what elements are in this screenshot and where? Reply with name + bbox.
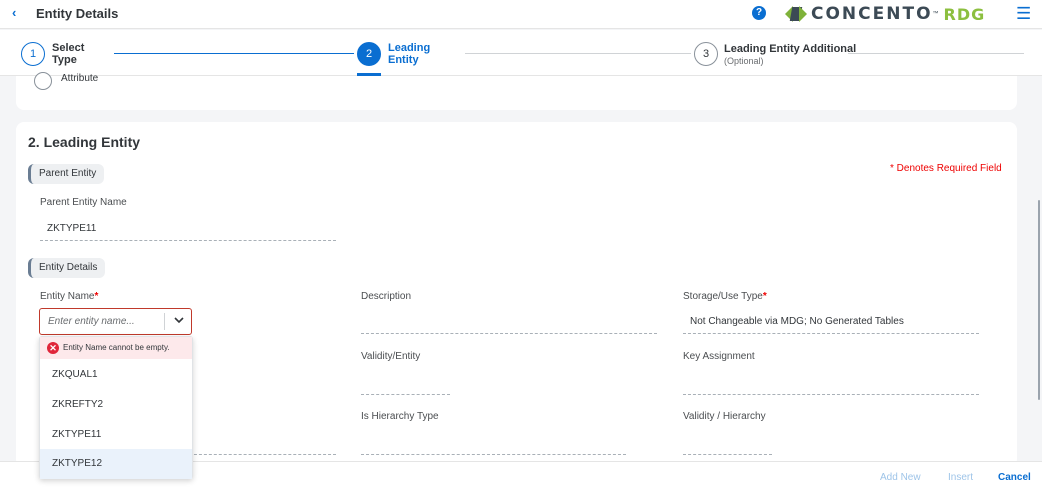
- logo-text: CONCENTO: [811, 4, 933, 24]
- entity-name-label: Entity Name*: [40, 291, 98, 302]
- step-connector: [114, 53, 354, 54]
- entity-name-input[interactable]: [40, 309, 164, 334]
- section-title: 2. Leading Entity: [28, 134, 141, 150]
- dropdown-option[interactable]: ZKQUAL1: [40, 360, 192, 390]
- parent-entity-group-label: Parent Entity: [28, 164, 105, 184]
- wizard-steps: 1 Select Type 2 Leading Entity 3 Leading…: [0, 30, 1042, 76]
- validation-error-message: ✕ Entity Name cannot be empty.: [40, 337, 192, 359]
- required-mark: *: [94, 291, 99, 302]
- storage-use-type-label: Storage/Use Type*: [683, 291, 767, 302]
- chevron-left-icon[interactable]: ‹: [12, 5, 16, 20]
- parent-entity-name-label: Parent Entity Name: [40, 197, 127, 208]
- error-icon: ✕: [47, 342, 59, 354]
- step-3-label[interactable]: Leading Entity Additional (Optional): [724, 43, 856, 67]
- app-header: ‹ Entity Details ? CONCENTO ™ RDG ☰: [0, 0, 1042, 29]
- step-2-indicator[interactable]: 2: [357, 42, 381, 66]
- entity-name-label-text: Entity Name: [40, 291, 95, 302]
- dropdown-option[interactable]: ZKREFTY2: [40, 390, 192, 420]
- description-field[interactable]: [361, 333, 657, 334]
- storage-use-type-value[interactable]: Not Changeable via MDG; No Generated Tab…: [690, 316, 904, 327]
- validity-entity-field[interactable]: [361, 394, 450, 395]
- validity-hierarchy-field[interactable]: [683, 454, 772, 455]
- dropdown-option-highlighted[interactable]: ZKTYPE12: [40, 449, 192, 479]
- step-3-sublabel: (Optional): [724, 56, 764, 66]
- cancel-button[interactable]: Cancel: [998, 472, 1031, 483]
- insert-button[interactable]: Insert: [948, 472, 973, 483]
- entity-name-combobox[interactable]: [39, 308, 192, 335]
- attribute-radio-label: Attribute: [61, 73, 99, 84]
- parent-entity-name-value: ZKTYPE11: [47, 223, 97, 234]
- hamburger-menu-icon[interactable]: ☰: [1016, 4, 1031, 24]
- description-label: Description: [361, 291, 412, 302]
- key-assignment-field[interactable]: [683, 394, 979, 395]
- step-2-label[interactable]: Leading Entity: [388, 42, 438, 66]
- required-mark: *: [762, 291, 767, 302]
- page-title: Entity Details: [36, 6, 119, 21]
- step-connector: [465, 53, 691, 54]
- previous-section-card: [16, 76, 1017, 110]
- entity-name-dropdown: ✕ Entity Name cannot be empty. ZKQUAL1 Z…: [39, 336, 193, 479]
- step-connector: [848, 53, 1024, 54]
- validity-hierarchy-label: Validity / Hierarchy: [683, 411, 766, 422]
- is-hierarchy-type-field[interactable]: [361, 454, 626, 455]
- step-3-indicator[interactable]: 3: [694, 42, 718, 66]
- dropdown-option[interactable]: ZKTYPE11: [40, 420, 192, 450]
- logo-mark-icon: [785, 4, 807, 24]
- validity-entity-label: Validity/Entity: [361, 351, 421, 362]
- step-3-title: Leading Entity Additional: [724, 43, 857, 55]
- chevron-down-icon[interactable]: [165, 309, 192, 334]
- error-text: Entity Name cannot be empty.: [63, 343, 170, 352]
- step-1-indicator[interactable]: 1: [21, 42, 45, 66]
- required-field-note: * Denotes Required Field: [890, 163, 1002, 174]
- storage-use-type-label-text: Storage/Use Type: [683, 291, 763, 302]
- step-1-label[interactable]: Select Type: [52, 42, 102, 66]
- logo-suffix: RDG: [943, 4, 986, 24]
- key-assignment-label: Key Assignment: [683, 351, 755, 362]
- add-new-button[interactable]: Add New: [880, 472, 921, 483]
- is-hierarchy-type-label: Is Hierarchy Type: [361, 411, 439, 422]
- parent-entity-name-underline: [40, 240, 336, 241]
- logo-trademark: ™: [932, 11, 939, 17]
- storage-use-type-underline: [683, 333, 979, 334]
- scrollbar[interactable]: [1038, 200, 1040, 400]
- question-circle-icon[interactable]: ?: [752, 6, 766, 20]
- entity-details-group-label: Entity Details: [28, 258, 106, 278]
- concento-logo: CONCENTO ™ RDG: [785, 4, 985, 24]
- attribute-radio[interactable]: [34, 72, 52, 90]
